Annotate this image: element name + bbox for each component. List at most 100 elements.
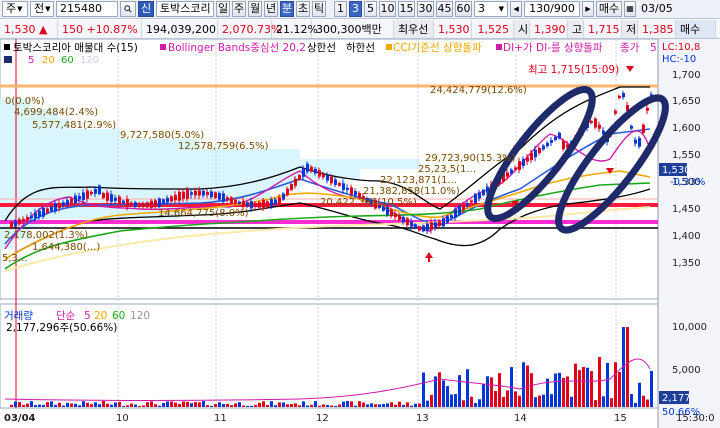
- volume-bar: [190, 403, 193, 407]
- volume-profile-bar: [0, 179, 300, 189]
- price-change: 150 +10.87%: [58, 20, 142, 38]
- top-toolbar: 주 ▼ 전 ▼ 215480 신 토박스코리 일 주 월 년 분 초 틱 1 3 5…: [0, 0, 720, 19]
- vp-label: 24,424,779(12.6%): [430, 85, 527, 96]
- volume-bar: [102, 401, 105, 407]
- period-week[interactable]: 주: [232, 1, 246, 17]
- volume-bar: [378, 404, 381, 407]
- price-legend: 토박스코리아 매물대 수(15) Bollinger Bands중심선 20,2…: [4, 41, 657, 54]
- interval-45[interactable]: 45: [436, 1, 453, 17]
- candle-body: [254, 203, 257, 207]
- volume-bar: [314, 401, 317, 407]
- volume-bar: [346, 401, 349, 407]
- volume-bar: [34, 405, 37, 407]
- calendar-icon[interactable]: ▦: [624, 1, 636, 17]
- shin-badge[interactable]: 신: [138, 1, 154, 17]
- next-arrow-icon[interactable]: ▶: [582, 1, 594, 17]
- volume-bar: [422, 372, 425, 407]
- volume-bar: [138, 405, 141, 407]
- volume-bar: [198, 402, 201, 407]
- volume-bar: [226, 403, 229, 407]
- type-select[interactable]: 주 ▼: [2, 1, 28, 17]
- volume-bar: [254, 404, 257, 407]
- ma-label-20: 20: [42, 55, 55, 66]
- buy-toolbar-button[interactable]: 매수: [596, 1, 622, 17]
- interval-spinner[interactable]: 3 ▼: [474, 1, 508, 17]
- high-annotation: 최고 1,715(15:09): [528, 64, 619, 76]
- date-field[interactable]: 03/05: [638, 1, 678, 17]
- candle-body: [42, 207, 45, 217]
- legend-close-period: 5: [650, 42, 657, 54]
- candle-body: [562, 140, 565, 150]
- volume-bar: [126, 405, 129, 407]
- candle-body: [118, 196, 121, 205]
- candle-body: [234, 199, 237, 204]
- period-minute[interactable]: 분: [280, 1, 294, 17]
- candle-body: [554, 136, 557, 141]
- period-month[interactable]: 월: [248, 1, 262, 17]
- candle-body: [318, 170, 321, 177]
- volume-bar: [498, 373, 501, 407]
- vp-label: 22,123,871(1...: [380, 175, 457, 186]
- vp-label: 0(0.0%): [5, 96, 45, 107]
- stock-code-input[interactable]: 215480: [56, 1, 118, 17]
- volume-bar: [30, 401, 33, 407]
- volume-bar: [562, 377, 565, 407]
- market-select[interactable]: 전 ▼: [30, 1, 54, 17]
- interval-5[interactable]: 5: [364, 1, 377, 17]
- period-tick[interactable]: 틱: [312, 1, 326, 17]
- volume-bar: [10, 404, 13, 407]
- legend-simple: 단순: [56, 310, 76, 322]
- candle-body: [286, 188, 289, 195]
- volume-bar: [74, 403, 77, 407]
- candle-body: [106, 192, 109, 201]
- volume-bar: [146, 402, 149, 407]
- legend-vol-20: 20: [94, 310, 107, 322]
- period-second[interactable]: 초: [296, 1, 310, 17]
- candle-body: [150, 200, 153, 208]
- candle-body: [290, 184, 293, 190]
- interval-1[interactable]: 1: [334, 1, 347, 17]
- interval-15[interactable]: 15: [398, 1, 415, 17]
- legend-vol-60: 60: [112, 310, 125, 322]
- volume-bar: [466, 369, 469, 407]
- interval-10[interactable]: 10: [379, 1, 396, 17]
- interval-3[interactable]: 3: [349, 1, 362, 17]
- legend-vol-120: 120: [130, 310, 150, 322]
- period-year[interactable]: 년: [264, 1, 278, 17]
- candle-body: [262, 200, 265, 209]
- search-icon[interactable]: [120, 1, 136, 17]
- volume-bar: [182, 401, 185, 407]
- legend-cci: CCI기준선 상향돌파: [393, 42, 482, 54]
- change-pct: +10.87%: [86, 22, 138, 36]
- candle-body: [478, 192, 481, 199]
- interval-60[interactable]: 60: [455, 1, 472, 17]
- candle-body: [446, 216, 449, 223]
- price-chart[interactable]: 토박스코리아 매물대 수(15) Bollinger Bands중심선 20,2…: [0, 39, 720, 428]
- current-price: 1,530 ▲: [0, 20, 58, 38]
- ma-label-5: 5: [28, 55, 34, 66]
- volume-bar: [318, 405, 321, 407]
- candle-body: [282, 193, 285, 200]
- volume-bar: [186, 401, 189, 407]
- candle-body: [246, 202, 249, 207]
- candle-body: [538, 147, 541, 154]
- buy-box[interactable]: 매수: [676, 20, 716, 38]
- volume-bar: [550, 394, 553, 407]
- vp-label: 4,699,484(2.4%): [14, 107, 98, 118]
- prev-arrow-icon[interactable]: ◀: [510, 1, 522, 17]
- vp-label: 1,644,380(...): [32, 242, 100, 253]
- volume-bar: [522, 362, 525, 407]
- volume-bar: [478, 399, 481, 407]
- interval-30[interactable]: 30: [417, 1, 434, 17]
- legend-lower: 하한선: [346, 41, 375, 54]
- volume-bar: [242, 405, 245, 407]
- candle-body: [386, 206, 389, 215]
- candle-body: [442, 218, 445, 227]
- volume-bar: [214, 404, 217, 407]
- volume-bar: [578, 370, 581, 407]
- period-day[interactable]: 일: [216, 1, 230, 17]
- candle-body: [322, 174, 325, 178]
- candle-body: [218, 193, 221, 200]
- candle-body: [302, 168, 305, 177]
- candle-body: [226, 197, 229, 201]
